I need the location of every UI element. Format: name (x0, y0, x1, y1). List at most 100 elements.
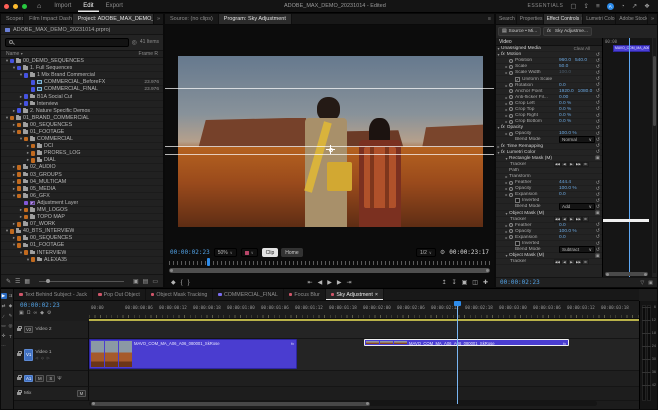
stopwatch-icon[interactable] (509, 181, 513, 185)
stopwatch-icon[interactable] (509, 132, 513, 136)
param-value[interactable]: 960.0 (559, 58, 571, 63)
param-value[interactable]: 100.0 (559, 70, 571, 75)
button-editor-icon[interactable]: ✚ (483, 279, 488, 286)
effect-row-tracker[interactable]: Tracker◀◀◀▶▶▶⚙ (496, 259, 602, 265)
stopwatch-icon[interactable] (509, 114, 513, 118)
param-value[interactable]: 0.0 % (559, 113, 571, 118)
timeline-clip[interactable]: MAVO_COM_MA_A06_A06_080001_SkRosefx (89, 339, 297, 369)
reset-icon[interactable]: ↺ (596, 52, 600, 58)
sequence-clip-button[interactable]: fxSky Adjustme... (543, 27, 592, 36)
monitor-playhead[interactable] (207, 258, 210, 266)
snap-icon[interactable]: Ω (27, 310, 31, 316)
timeline-ruler[interactable]: 00:0000:00:00:0600:00:00:1200:00:00:1800… (89, 301, 639, 319)
progress-icon[interactable]: ◔ (621, 3, 625, 10)
reset-icon[interactable]: ↺ (596, 186, 600, 192)
current-timecode[interactable]: 00:00:02:23 (170, 249, 210, 256)
track-forward-one-icon[interactable]: ▶ (568, 162, 575, 167)
reset-icon[interactable]: ↺ (596, 228, 600, 234)
selection-tool[interactable]: ▶ (1, 293, 7, 299)
reset-icon[interactable]: ↺ (596, 204, 600, 210)
param-value[interactable]: 0.0 (559, 192, 566, 197)
tree-item[interactable]: ▸Interview (1, 101, 163, 108)
panel-tab-scopes[interactable]: Scopes (1, 14, 24, 24)
mask-edge-line[interactable] (165, 88, 494, 89)
lift-icon[interactable]: ↥ (442, 279, 447, 286)
tab-overflow-icon[interactable]: » (154, 14, 163, 24)
reset-icon[interactable]: ↺ (596, 247, 600, 253)
quick-export-icon[interactable]: ⇪ (584, 2, 589, 10)
tree-item[interactable]: ▾01_BRAND_COMMERCIAL (1, 115, 163, 122)
stopwatch-icon[interactable] (509, 83, 513, 87)
play-icon[interactable]: ▶ (327, 279, 332, 286)
track-back-one-icon[interactable]: ◀ (561, 216, 568, 221)
panel-menu-icon[interactable]: ≡ (485, 14, 494, 24)
tab-source-monitor[interactable]: Source: (no clips) (165, 14, 219, 24)
camera-icon[interactable]: ▣ (595, 253, 600, 259)
reset-icon[interactable]: ↺ (596, 82, 600, 88)
stopwatch-icon[interactable] (509, 187, 513, 191)
track-forward-one-icon[interactable]: ▶ (568, 216, 575, 221)
icon-view-icon[interactable]: ▦ (24, 278, 30, 285)
tree-item[interactable]: COMMERCIAL_BeforeFX23.976 (1, 79, 163, 86)
tree-item[interactable]: ▸03_GROUPS (1, 172, 163, 179)
sequence-tab-object-mask-tracking[interactable]: Object Mask Tracking (146, 289, 214, 300)
tree-item[interactable]: ▾01_FOOTAGE (1, 129, 163, 136)
tree-item[interactable]: ▾40_BTS_INTERVIEW (1, 228, 163, 235)
reset-icon[interactable]: ↺ (596, 64, 600, 70)
app-tab-export[interactable]: Export (101, 0, 128, 12)
razor-tool[interactable]: ∕ (1, 313, 7, 319)
mask-name[interactable]: Object Mask (M) (509, 253, 544, 258)
keyframe-navigator[interactable]: ◁ ◇ ▷ (35, 356, 51, 360)
stopwatch-icon[interactable] (509, 223, 513, 227)
timeline-clip[interactable]: MAVO_COM_MA_A06_A06_080001_SkRosefx (364, 339, 569, 346)
tracker-settings-icon[interactable]: ⚙ (582, 259, 589, 264)
tree-item[interactable]: ▸DIAL (1, 157, 163, 164)
mask-name[interactable]: Object Mask (M) (509, 211, 544, 216)
tree-item[interactable]: ▾ALEXA35 (1, 257, 163, 264)
hand-tool[interactable]: ✣ (1, 333, 7, 339)
app-tab-edit[interactable]: Edit (78, 0, 98, 12)
tree-item[interactable]: ▸02_AUDIO (1, 164, 163, 171)
panel-tab-adobe-stock[interactable]: Adobe Stock (616, 14, 648, 24)
mark-in-icon[interactable]: { (181, 280, 183, 286)
tree-item[interactable]: ▸PRORES_LOG (1, 150, 163, 157)
home-button[interactable]: Home (281, 248, 302, 257)
go-to-in-icon[interactable]: ⇤ (308, 279, 313, 286)
track-back-one-icon[interactable]: ◀ (561, 259, 568, 264)
track-forward-icon[interactable]: ▶▶ (575, 259, 582, 264)
column-frame-rate[interactable]: Frame R (128, 51, 158, 57)
tracker-settings-icon[interactable]: ⚙ (582, 216, 589, 221)
stack-icon[interactable]: ≡ (596, 3, 600, 10)
track-forward-icon[interactable]: ▶▶ (575, 216, 582, 221)
param-value[interactable]: 50.0 (559, 64, 568, 69)
tree-item[interactable]: ▸2. Nature Specific Demos (1, 108, 163, 115)
param-value[interactable]: 0.0 (559, 223, 566, 228)
mask-edge-line[interactable] (165, 154, 494, 155)
mark-out-icon[interactable]: } (188, 280, 190, 286)
param-value[interactable]: 0.00 (559, 95, 568, 100)
thumbnail-zoom-slider[interactable] (39, 281, 124, 282)
stopwatch-icon[interactable] (509, 59, 513, 63)
blend-mode-select[interactable]: Add∨ (559, 203, 595, 210)
tab-program-monitor[interactable]: Program: Sky Adjustment (219, 14, 292, 24)
track-target-v2[interactable]: V2 (24, 326, 33, 333)
project-breadcrumb[interactable]: ADOBE_MAX_DEMO_20231014.prproj (1, 25, 163, 35)
reset-icon[interactable]: ↺ (596, 241, 600, 247)
tree-item[interactable]: Adjustment Layer (1, 200, 163, 207)
stopwatch-icon[interactable] (509, 120, 513, 124)
effects-timecode[interactable]: 00:00:02:23 (500, 279, 540, 286)
mute-button[interactable]: M (35, 375, 44, 382)
tree-item[interactable]: ▸05_MEDIA (1, 186, 163, 193)
tree-item[interactable]: ▾1. Full Sequences (1, 65, 163, 72)
new-bin-icon[interactable]: ▣ (133, 278, 139, 285)
tab-overflow-icon[interactable]: » (648, 14, 657, 24)
tree-item[interactable]: ▸04_MULTICAM (1, 179, 163, 186)
track-content-v1[interactable]: MAVO_COM_MA_A06_A06_080001_SkRosefx MAVO_… (89, 339, 639, 371)
track-forward-one-icon[interactable]: ▶ (568, 259, 575, 264)
reset-icon[interactable]: ↺ (596, 106, 600, 112)
panel-tab-effect-controls[interactable]: Effect Controls≡ (544, 14, 584, 24)
stopwatch-icon[interactable] (509, 193, 513, 197)
timeline-settings-icon[interactable]: ⚙ (47, 310, 51, 316)
stopwatch-icon[interactable] (509, 235, 513, 239)
app-tab-import[interactable]: Import (49, 0, 76, 12)
